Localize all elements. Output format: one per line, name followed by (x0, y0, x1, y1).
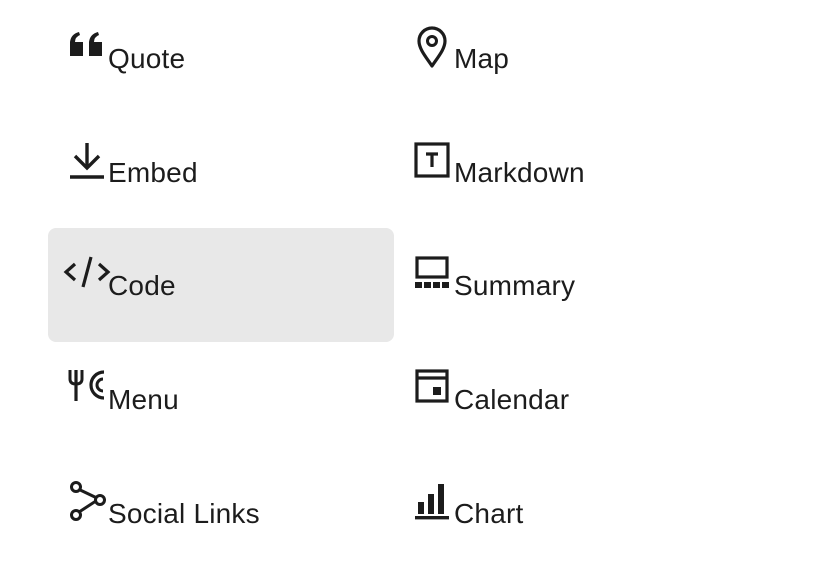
block-label-embed: Embed (108, 157, 198, 188)
block-item-chart[interactable]: Chart (394, 456, 740, 569)
block-label-code: Code (108, 270, 176, 301)
summary-icon (415, 256, 449, 292)
block-item-summary[interactable]: Summary (394, 228, 740, 341)
code-icon (63, 256, 111, 288)
download-icon (69, 142, 105, 180)
block-item-markdown[interactable]: Markdown (394, 114, 740, 227)
bar-chart-icon (415, 482, 449, 520)
block-label-map: Map (454, 43, 510, 74)
block-label-markdown: Markdown (454, 157, 585, 188)
block-item-map[interactable]: Map (394, 0, 740, 113)
block-label-menu: Menu (108, 384, 179, 415)
block-label-social-links: Social Links (108, 498, 260, 529)
block-label-summary: Summary (454, 270, 576, 301)
share-icon (70, 481, 106, 521)
calendar-icon (415, 369, 449, 403)
quote-icon (70, 32, 104, 58)
menu-icon (68, 369, 108, 403)
block-item-calendar[interactable]: Calendar (394, 342, 740, 455)
map-pin-icon (416, 26, 448, 68)
block-item-menu[interactable]: Menu (48, 342, 394, 455)
block-picker-grid: Quote Map Embed Markdown Code Summary Me… (0, 0, 838, 558)
block-item-quote[interactable]: Quote (48, 0, 394, 113)
block-label-quote: Quote (108, 43, 186, 74)
block-label-chart: Chart (454, 498, 524, 529)
block-item-social-links[interactable]: Social Links (48, 456, 394, 569)
block-item-embed[interactable]: Embed (48, 114, 394, 227)
markdown-icon (414, 142, 450, 178)
block-item-code[interactable]: Code (48, 228, 394, 342)
block-label-calendar: Calendar (454, 384, 570, 415)
